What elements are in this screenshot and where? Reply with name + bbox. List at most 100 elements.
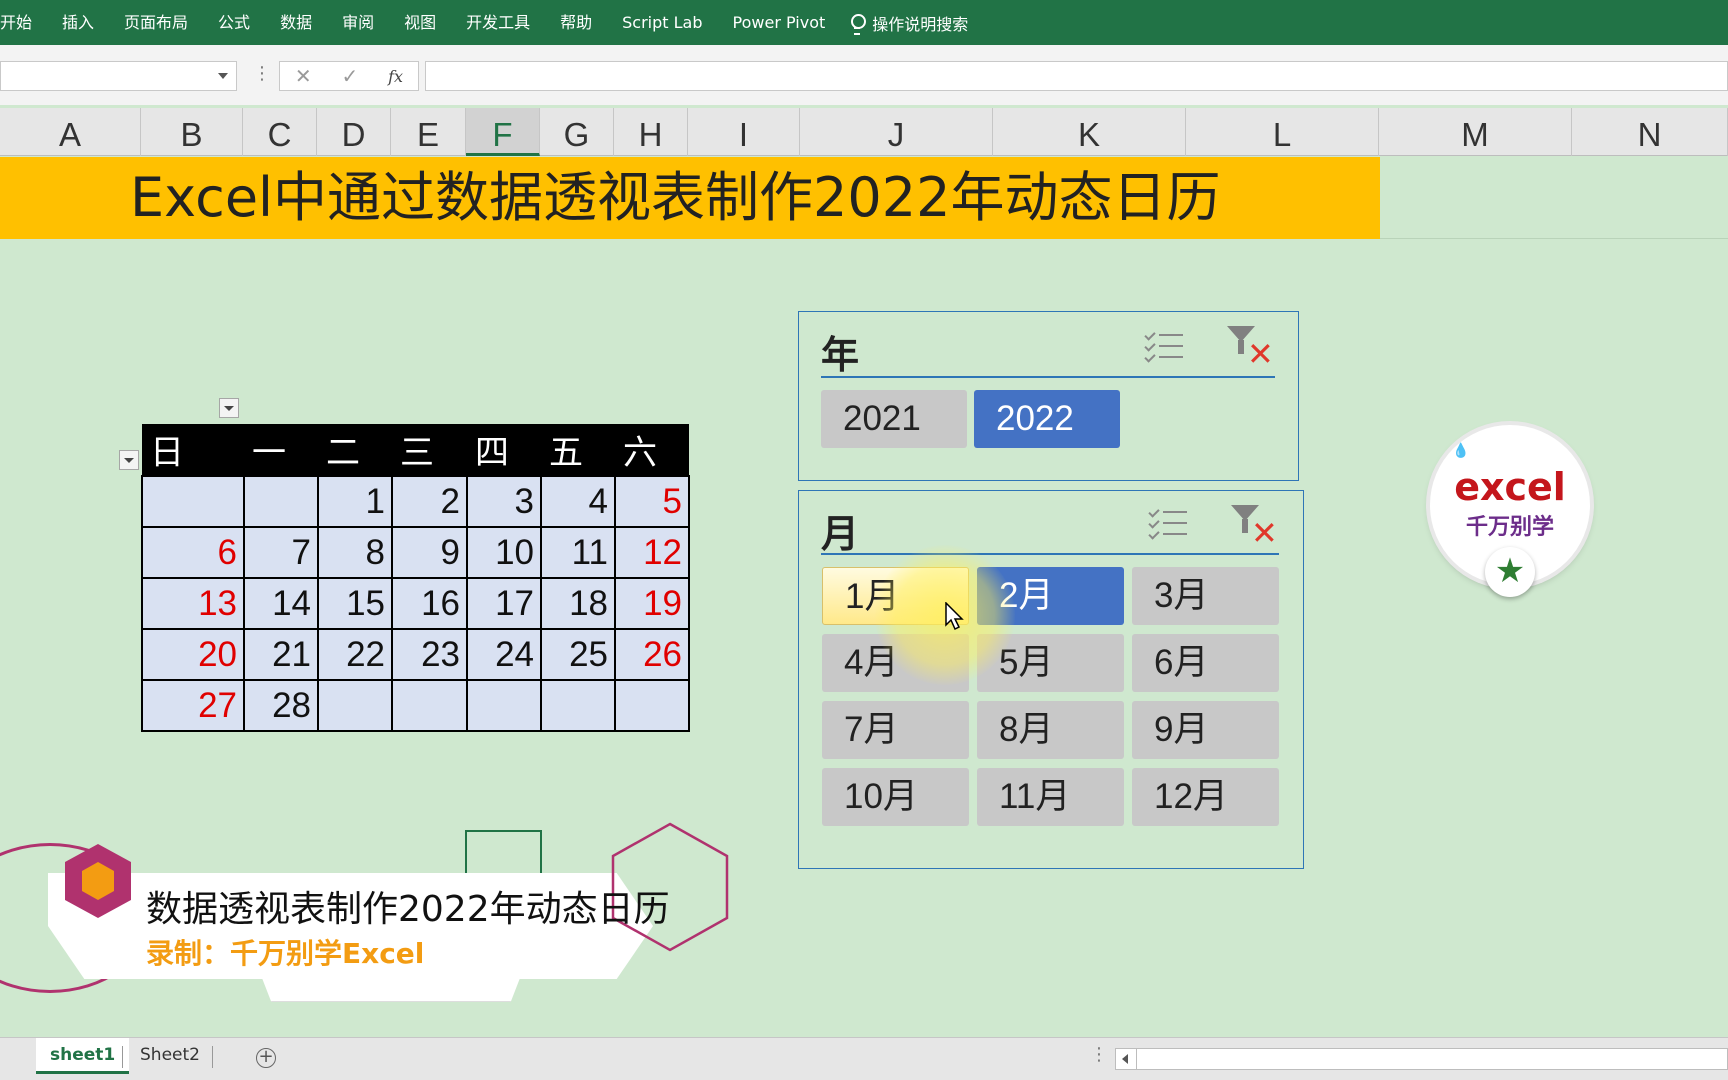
calendar-day-cell[interactable]: 28 — [243, 679, 319, 732]
formula-bar-resize-handle[interactable]: ⋮ — [253, 63, 271, 84]
weekday-header: 五 — [541, 424, 615, 476]
calendar-day-cell[interactable]: 7 — [243, 526, 319, 579]
calendar-day-cell[interactable]: 5 — [614, 475, 690, 528]
calendar-day-cell[interactable]: 22 — [317, 628, 393, 681]
column-headers: ABCDEFGHIJKLMN — [0, 108, 1728, 156]
title-banner: Excel中通过数据透视表制作2022年动态日历 — [0, 157, 1380, 239]
sheet-tab[interactable]: Sheet2 — [126, 1038, 214, 1074]
scroll-left-icon[interactable] — [1122, 1054, 1128, 1064]
calendar-day-cell[interactable]: 10 — [466, 526, 542, 579]
ribbon-tab[interactable]: 审阅 — [327, 0, 389, 45]
year-slicer-item[interactable]: 2021 — [821, 390, 967, 448]
month-slicer-item[interactable]: 10月 — [822, 768, 969, 826]
column-header-g[interactable]: G — [540, 108, 614, 156]
month-slicer-item[interactable]: 3月 — [1132, 567, 1279, 625]
column-header-b[interactable]: B — [141, 108, 243, 156]
calendar-day-cell[interactable]: 13 — [141, 577, 245, 630]
ribbon-tab[interactable]: 视图 — [389, 0, 451, 45]
horizontal-scrollbar[interactable] — [1115, 1048, 1728, 1070]
month-slicer-item[interactable]: 12月 — [1132, 768, 1279, 826]
ribbon-tab[interactable]: Script Lab — [607, 0, 717, 45]
column-header-d[interactable]: D — [317, 108, 391, 156]
name-box-dropdown-icon[interactable] — [218, 73, 228, 79]
tab-split-handle[interactable]: ⋮ — [1090, 1044, 1108, 1065]
ribbon-tab[interactable]: 插入 — [47, 0, 109, 45]
calendar-week-row: 27 28 — [141, 679, 690, 732]
calendar-day-cell[interactable]: 15 — [317, 577, 393, 630]
cancel-icon[interactable]: ✕ — [295, 64, 312, 88]
calendar-day-cell[interactable]: 19 — [614, 577, 690, 630]
calendar-day-cell[interactable]: 18 — [540, 577, 616, 630]
month-slicer-item[interactable]: 9月 — [1132, 701, 1279, 759]
enter-icon[interactable]: ✓ — [342, 64, 359, 88]
calendar-day-cell[interactable]: 25 — [540, 628, 616, 681]
column-header-j[interactable]: J — [800, 108, 993, 156]
calendar-day-cell[interactable]: 21 — [243, 628, 319, 681]
calendar-day-cell[interactable]: 20 — [141, 628, 245, 681]
column-header-c[interactable]: C — [243, 108, 317, 156]
ribbon-tab[interactable]: 开始 — [0, 0, 47, 45]
calendar-day-cell[interactable]: 24 — [466, 628, 542, 681]
calendar-day-cell[interactable]: 23 — [391, 628, 468, 681]
column-header-i[interactable]: I — [688, 108, 800, 156]
column-header-n[interactable]: N — [1572, 108, 1728, 156]
sheet-tab[interactable]: sheet1 — [36, 1038, 130, 1074]
calendar-day-cell[interactable]: 4 — [540, 475, 616, 528]
month-slicer-item[interactable]: 7月 — [822, 701, 969, 759]
calendar-day-cell[interactable]: 16 — [391, 577, 468, 630]
column-header-a[interactable]: A — [0, 108, 141, 156]
name-box[interactable] — [0, 61, 237, 91]
ribbon-tab[interactable]: Power Pivot — [718, 0, 841, 45]
row-gridline — [1380, 238, 1728, 239]
year-slicer-item[interactable]: 2022 — [974, 390, 1120, 448]
calendar-day-cell[interactable]: 2 — [391, 475, 468, 528]
ribbon-tab[interactable]: 帮助 — [545, 0, 607, 45]
calendar-day-cell[interactable] — [243, 475, 319, 528]
ribbon-tab[interactable]: 开发工具 — [451, 0, 545, 45]
calendar-day-cell[interactable]: 8 — [317, 526, 393, 579]
month-slicer-item[interactable]: 8月 — [977, 701, 1124, 759]
ribbon-tab[interactable]: 页面布局 — [109, 0, 203, 45]
calendar-pivot-table: 日一二三四五六 1 2 3 4 5 6 7 8 9 10 11 12 13 14 15 16 17 18 19 20 2… — [141, 424, 690, 732]
column-header-m[interactable]: M — [1379, 108, 1572, 156]
calendar-day-cell[interactable]: 3 — [466, 475, 542, 528]
pivot-row-filter-dropdown-icon[interactable] — [119, 450, 139, 470]
calendar-day-cell[interactable]: 6 — [141, 526, 245, 579]
calendar-day-cell[interactable]: 1 — [317, 475, 393, 528]
pivot-column-filter-dropdown-icon[interactable] — [219, 398, 239, 418]
month-slicer-divider — [821, 553, 1279, 555]
column-header-l[interactable]: L — [1186, 108, 1379, 156]
clear-filter-icon[interactable]: ✕ — [1229, 503, 1278, 549]
calendar-day-cell[interactable]: 17 — [466, 577, 542, 630]
calendar-day-cell[interactable]: 9 — [391, 526, 468, 579]
weekday-header: 六 — [615, 424, 689, 476]
calendar-day-cell[interactable]: 11 — [540, 526, 616, 579]
calendar-day-cell[interactable] — [317, 679, 393, 732]
calendar-day-cell[interactable] — [391, 679, 468, 732]
calendar-day-cell[interactable] — [466, 679, 542, 732]
multi-select-icon[interactable] — [1143, 328, 1187, 364]
tell-me-search[interactable]: 操作说明搜索 — [850, 11, 968, 35]
calendar-day-cell[interactable]: 14 — [243, 577, 319, 630]
month-slicer-item[interactable]: 6月 — [1132, 634, 1279, 692]
formula-input[interactable] — [425, 61, 1728, 91]
calendar-day-cell[interactable] — [540, 679, 616, 732]
ribbon-tab[interactable]: 数据 — [265, 0, 327, 45]
calendar-day-cell[interactable]: 26 — [614, 628, 690, 681]
column-header-e[interactable]: E — [391, 108, 466, 156]
calendar-day-cell[interactable]: 12 — [614, 526, 690, 579]
year-slicer-title: 年 — [821, 333, 860, 377]
column-header-f[interactable]: F — [466, 108, 540, 156]
add-sheet-icon[interactable]: + — [256, 1048, 276, 1068]
clear-filter-icon[interactable]: ✕ — [1225, 324, 1274, 370]
column-header-h[interactable]: H — [614, 108, 688, 156]
month-slicer-item[interactable]: 11月 — [977, 768, 1124, 826]
calendar-day-cell[interactable]: 27 — [141, 679, 245, 732]
calendar-day-cell[interactable] — [614, 679, 690, 732]
calendar-day-cell[interactable] — [141, 475, 245, 528]
column-header-k[interactable]: K — [993, 108, 1186, 156]
calendar-week-row: 6 7 8 9 10 11 12 — [141, 526, 690, 579]
multi-select-icon[interactable] — [1147, 505, 1191, 541]
ribbon-tab[interactable]: 公式 — [203, 0, 265, 45]
insert-function-icon[interactable]: fx — [388, 67, 403, 86]
